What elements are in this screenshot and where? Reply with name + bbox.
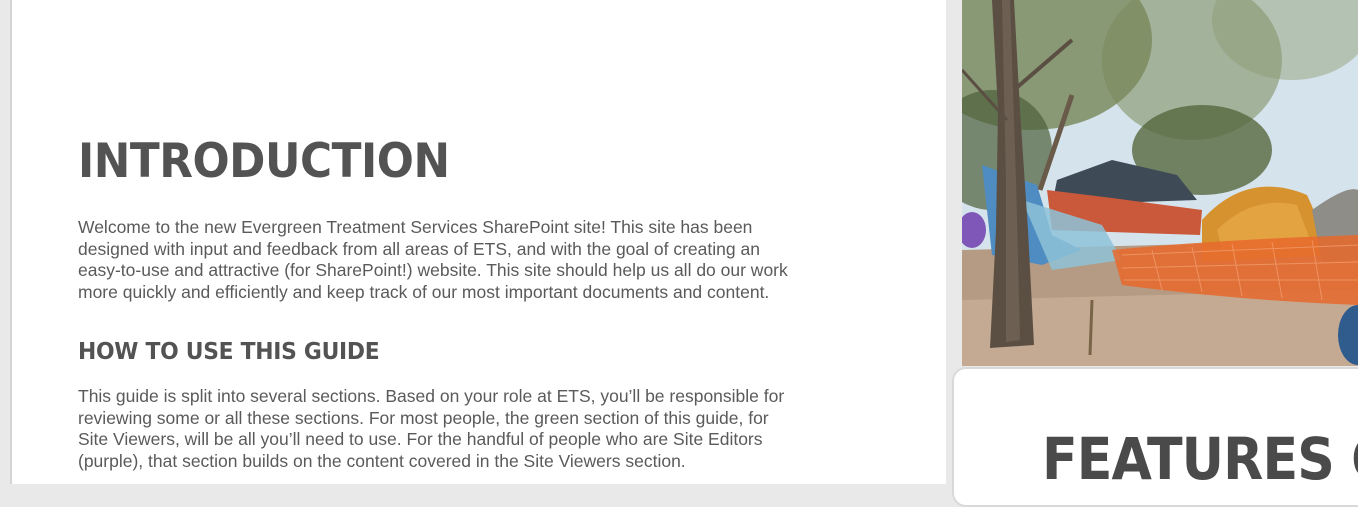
paragraph-line: reviewing some or all these sections. Fo… (78, 407, 769, 428)
paragraph-line: more quickly and efficiently and keep tr… (78, 281, 770, 302)
introduction-paragraph: Welcome to the new Evergreen Treatment S… (78, 217, 918, 303)
paragraph-line: (purple), that section builds on the con… (78, 450, 686, 471)
introduction-heading: INTRODUCTION (78, 134, 450, 189)
features-card: FEATURES O (952, 367, 1358, 507)
paragraph-line: designed with input and feedback from al… (78, 238, 760, 259)
how-to-use-heading: HOW TO USE THIS GUIDE (78, 337, 380, 365)
paragraph-line: Welcome to the new Evergreen Treatment S… (78, 217, 753, 237)
document-page: INTRODUCTION Welcome to the new Evergree… (10, 0, 946, 484)
paragraph-line: Site Viewers, will be all you’ll need to… (78, 429, 763, 449)
paragraph-line: easy-to-use and attractive (for SharePoi… (78, 260, 788, 280)
how-to-use-paragraph: This guide is split into several section… (78, 386, 918, 472)
photo-illustration (962, 0, 1358, 366)
paragraph-line: This guide is split into several section… (78, 386, 785, 406)
encampment-photo (962, 0, 1358, 366)
features-heading: FEATURES O (1042, 425, 1358, 493)
